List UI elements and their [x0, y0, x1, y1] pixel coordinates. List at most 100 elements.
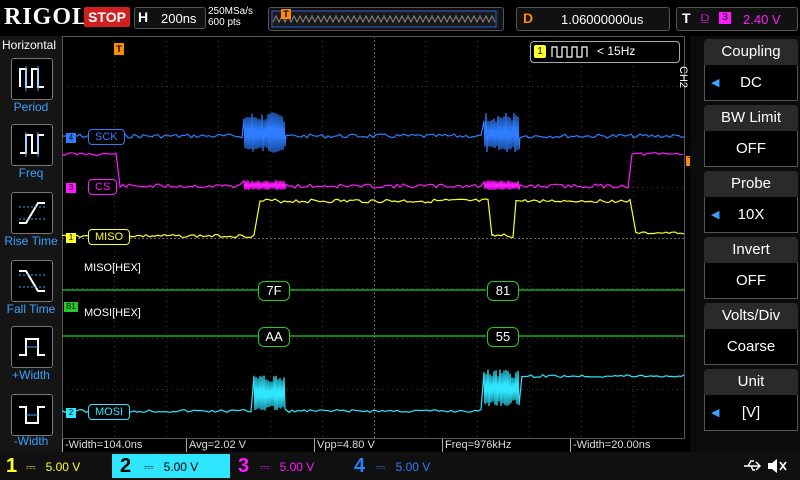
- cs-trace-label[interactable]: CS: [88, 179, 118, 195]
- probe-menu-label[interactable]: Probe: [704, 171, 798, 197]
- freq-label: Freq: [18, 166, 44, 180]
- ch3-number[interactable]: 3: [238, 455, 249, 478]
- volts-div-menu-label[interactable]: Volts/Div: [704, 303, 798, 329]
- unit-menu-value[interactable]: ◀ [V]: [704, 395, 798, 431]
- trigger-level: 2.40 V: [743, 12, 781, 27]
- bus-decode-marker[interactable]: B1: [64, 302, 78, 312]
- unit-menu-label[interactable]: Unit: [704, 369, 798, 395]
- dc-coupling-icon: ⎓: [260, 460, 270, 474]
- memory-waveform-thumbnail: [271, 10, 499, 28]
- mosi-decode-byte: AA: [258, 327, 290, 347]
- counter-channel-badge: 1: [534, 45, 546, 58]
- usb-icon: [744, 460, 761, 471]
- bw-limit-value-text: OFF: [736, 140, 766, 157]
- sample-info: 250MSa/s 600 pts: [208, 6, 253, 28]
- fall-time-measure-button[interactable]: [11, 260, 53, 302]
- delay-label: D: [523, 10, 534, 26]
- sample-rate: 250MSa/s: [208, 6, 254, 17]
- probe-value-text: 10X: [737, 206, 765, 223]
- ch1-scale-value: 5.00 V: [45, 460, 81, 474]
- period-measure-button[interactable]: [11, 58, 53, 100]
- dc-coupling-icon: ⎓: [144, 460, 154, 474]
- probe-menu-value[interactable]: ◀ 10X: [704, 197, 798, 233]
- unit-value-text: [V]: [741, 404, 761, 421]
- trigger-label: T: [682, 10, 691, 26]
- channel-tag: CH2: [677, 66, 689, 89]
- brand-logo: RIGOL: [4, 4, 90, 30]
- ch1-offset-marker[interactable]: 1: [66, 233, 76, 243]
- sck-trace-label[interactable]: SCK: [88, 129, 125, 145]
- counter-square-wave-icon: [551, 46, 588, 58]
- frequency-icon: [20, 132, 44, 157]
- fall-time-label: Fall Time: [6, 302, 56, 316]
- trigger-source-badge: 3: [719, 12, 731, 24]
- ch3-offset-marker[interactable]: 3: [66, 183, 76, 193]
- miso-decode-byte: 81: [487, 281, 519, 301]
- invert-value-text: OFF: [736, 272, 766, 289]
- measurement-item[interactable]: -Width=20.00ns: [570, 439, 650, 452]
- ch1-number[interactable]: 1: [6, 455, 17, 478]
- period-label: Period: [13, 100, 49, 114]
- negative-width-measure-button[interactable]: [11, 394, 53, 436]
- mosi-decode-title: MOSI[HEX]: [84, 307, 141, 319]
- expand-icon: ◀: [711, 77, 720, 89]
- rise-time-label: Rise Time: [4, 234, 58, 248]
- negative-width-label: -Width: [13, 434, 49, 448]
- run-stop-status[interactable]: STOP: [84, 7, 130, 27]
- measurement-item[interactable]: Vpp=4.80 V: [314, 439, 375, 452]
- positive-width-measure-button[interactable]: [11, 326, 53, 368]
- miso-decode-byte: 7F: [258, 281, 290, 301]
- period-icon: [19, 66, 44, 91]
- trigger-box[interactable]: T ⫒ 3 2.40 V: [676, 7, 798, 31]
- measurement-item[interactable]: -Width=104.0ns: [62, 439, 142, 452]
- delay-box[interactable]: D 1.06000000us: [516, 7, 670, 31]
- expand-icon: ◀: [711, 209, 720, 221]
- ch3-scale-value: 5.00 V: [279, 460, 315, 474]
- positive-width-label: +Width: [12, 368, 50, 382]
- ch2-number: 2: [120, 455, 132, 477]
- ch3-scale[interactable]: ⎓ 5.00 V: [260, 456, 344, 478]
- volts-div-value-text: Coarse: [726, 338, 776, 355]
- fall-time-icon: [19, 270, 45, 292]
- coupling-menu-label[interactable]: Coupling: [704, 39, 798, 65]
- frequency-counter: 1 < 15Hz: [530, 41, 680, 63]
- delay-value: 1.06000000us: [561, 12, 644, 27]
- miso-decode-title: MISO[HEX]: [84, 262, 141, 274]
- positive-width-icon: [19, 338, 45, 356]
- trigger-time-marker[interactable]: T: [114, 43, 124, 55]
- ch1-scale[interactable]: ⎓ 5.00 V: [26, 456, 110, 478]
- measurement-bar: -Width=104.0ns Avg=2.02 V Vpp=4.80 V Fre…: [62, 439, 685, 452]
- timebase-label: H: [138, 9, 149, 25]
- timebase-value: 200ns: [161, 11, 197, 26]
- ch4-offset-marker[interactable]: 4: [66, 133, 76, 143]
- trigger-position-marker: T: [281, 9, 291, 19]
- mosi-trace-label[interactable]: MOSI: [88, 404, 131, 420]
- coupling-menu-value[interactable]: ◀ DC: [704, 65, 798, 101]
- miso-trace-label[interactable]: MISO: [88, 229, 131, 245]
- negative-width-icon: [19, 406, 45, 424]
- ch4-number[interactable]: 4: [354, 455, 365, 478]
- invert-menu-value[interactable]: OFF: [704, 263, 798, 299]
- invert-menu-label[interactable]: Invert: [704, 237, 798, 263]
- measurement-item[interactable]: Avg=2.02 V: [186, 439, 246, 452]
- mosi-decode-byte: 55: [487, 327, 519, 347]
- freq-measure-button[interactable]: [11, 124, 53, 166]
- ch2-offset-marker[interactable]: 2: [66, 408, 76, 418]
- rise-time-measure-button[interactable]: [11, 192, 53, 234]
- volts-div-menu-value[interactable]: Coarse: [704, 329, 798, 365]
- speaker-muted-icon[interactable]: [766, 456, 788, 476]
- rise-time-icon: [19, 202, 45, 224]
- measurement-item[interactable]: Freq=976kHz: [442, 439, 511, 452]
- trigger-edge-icon: ⫒: [701, 10, 710, 26]
- ch4-scale[interactable]: ⎓ 5.00 V: [376, 456, 460, 478]
- waveform-display[interactable]: [62, 36, 685, 439]
- ch2-scale: ⎓ 5.00 V: [144, 456, 228, 478]
- coupling-value-text: DC: [740, 74, 762, 91]
- memory-position-bar[interactable]: T: [268, 7, 504, 31]
- dc-coupling-icon: ⎓: [376, 460, 386, 474]
- bw-limit-menu-value[interactable]: OFF: [704, 131, 798, 167]
- dc-coupling-icon: ⎓: [26, 460, 36, 474]
- bw-limit-menu-label[interactable]: BW Limit: [704, 105, 798, 131]
- expand-icon: ◀: [711, 407, 720, 419]
- timebase-box[interactable]: H 200ns: [134, 7, 206, 29]
